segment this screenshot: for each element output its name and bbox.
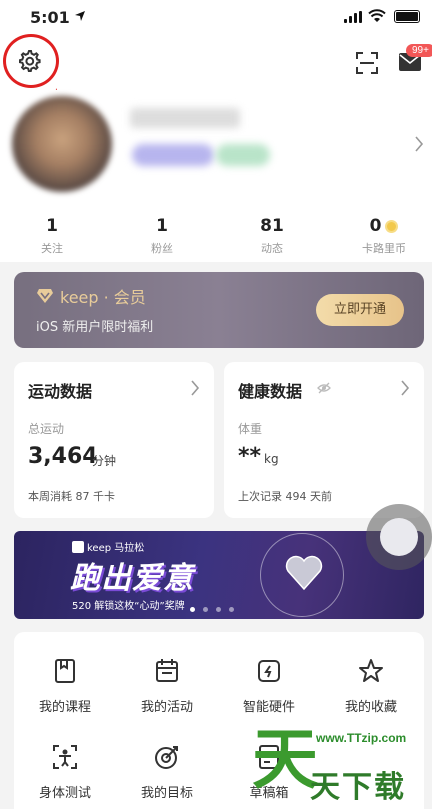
bookmark-icon (55, 659, 75, 683)
banner-brand: keep 马拉松 (87, 543, 145, 554)
avatar[interactable] (12, 96, 112, 192)
chevron-right-icon[interactable] (190, 380, 200, 396)
watermark-url: www.TTzip.com (312, 730, 411, 746)
location-arrow-icon (75, 11, 85, 21)
grid-label: 我的课程 (38, 700, 91, 715)
top-bar: 99+ (0, 34, 432, 134)
target-icon (155, 746, 178, 769)
grid-item-activities[interactable]: 我的活动 (116, 658, 218, 715)
grid-item-smart-hardware[interactable]: 智能硬件 (218, 658, 320, 715)
scan-icon[interactable] (356, 52, 378, 74)
card-sub-label: 总运动 (28, 422, 65, 436)
user-name-blurred (130, 108, 240, 128)
grid-label: 我的活动 (140, 700, 193, 715)
stat-value: 1 (156, 216, 168, 236)
grid-item-favorites[interactable]: 我的收藏 (320, 658, 422, 715)
grid-label: 身体测试 (38, 786, 91, 801)
assistive-touch-button[interactable] (366, 504, 432, 570)
status-bar: 5:01 (0, 0, 432, 34)
stat-value: 1 (46, 216, 58, 236)
card-title: 健康数据 (238, 382, 303, 401)
vip-brand: keep · 会员 (60, 288, 146, 307)
stat-followers[interactable]: 1 粉丝 (112, 216, 212, 256)
annotation-circle (3, 34, 59, 88)
health-data-card[interactable]: 健康数据 体重 ** kg 上次记录 494 天前 (224, 362, 424, 518)
vip-membership-banner[interactable]: keep · 会员 iOS 新用户限时福利 立即开通 (14, 272, 424, 348)
watermark-text: 天下载 (310, 770, 406, 805)
grid-item-goals[interactable]: 我的目标 (116, 744, 218, 801)
stat-value: 0 (369, 216, 382, 236)
calendar-icon (156, 659, 178, 682)
coin-icon (385, 219, 399, 233)
card-unit: kg (264, 452, 279, 466)
device-icon (258, 660, 280, 682)
vip-subtitle: iOS 新用户限时福利 (36, 320, 154, 335)
keep-diamond-icon (37, 289, 53, 303)
chevron-right-icon[interactable] (400, 380, 410, 396)
stat-label: 动态 (261, 242, 283, 255)
heart-medal-icon (285, 555, 323, 591)
eye-off-icon[interactable] (317, 382, 331, 394)
grid-item-courses[interactable]: 我的课程 (14, 658, 116, 715)
stats-row: 1 关注 1 粉丝 81 动态 0 卡路里币 (0, 200, 432, 262)
grid-item-body-test[interactable]: 身体测试 (14, 744, 116, 801)
keep-logo-icon (72, 540, 84, 553)
status-time: 5:01 (30, 8, 70, 27)
carousel-dots (190, 607, 234, 612)
user-tag-blurred (216, 144, 270, 166)
cellular-signal-icon (344, 11, 362, 23)
user-tag-blurred (132, 144, 214, 166)
star-icon (359, 659, 383, 682)
wifi-icon (368, 9, 386, 22)
sport-data-card[interactable]: 运动数据 总运动 3,464 分钟 本周消耗 87 千卡 (14, 362, 214, 518)
stat-label: 关注 (41, 242, 63, 255)
vip-activate-button[interactable]: 立即开通 (316, 294, 404, 326)
promo-banner[interactable]: keep 马拉松 跑出爱意 520 解锁这枚“心动”奖牌 (14, 531, 424, 619)
site-watermark: 天 www.TTzip.com 天下载 (248, 722, 432, 809)
battery-icon (394, 10, 420, 23)
card-value: ** (238, 444, 262, 469)
banner-subtitle: 520 解锁这枚“心动”奖牌 (72, 601, 185, 612)
stat-following[interactable]: 1 关注 (2, 216, 102, 256)
stat-posts[interactable]: 81 动态 (222, 216, 322, 256)
card-title: 运动数据 (28, 382, 93, 401)
grid-label: 我的收藏 (344, 700, 397, 715)
grid-label: 智能硬件 (242, 700, 295, 715)
stat-calorie-coins[interactable]: 0 卡路里币 (334, 216, 432, 256)
stat-value: 81 (260, 216, 284, 236)
grid-label: 我的目标 (140, 786, 193, 801)
card-unit: 分钟 (92, 454, 117, 468)
stat-label: 卡路里币 (362, 242, 406, 255)
card-value: 3,464 (28, 444, 98, 469)
body-test-icon (53, 745, 77, 769)
card-footer: 上次记录 494 天前 (238, 490, 332, 503)
banner-title: 跑出爱意 (70, 561, 194, 596)
stat-label: 粉丝 (151, 242, 173, 255)
card-sub-label: 体重 (238, 422, 263, 436)
chevron-right-icon[interactable] (414, 136, 424, 152)
mail-badge: 99+ (406, 44, 432, 57)
profile-header[interactable] (0, 90, 432, 200)
watermark-big-char: 天 (252, 720, 318, 798)
card-footer: 本周消耗 87 千卡 (28, 490, 115, 503)
